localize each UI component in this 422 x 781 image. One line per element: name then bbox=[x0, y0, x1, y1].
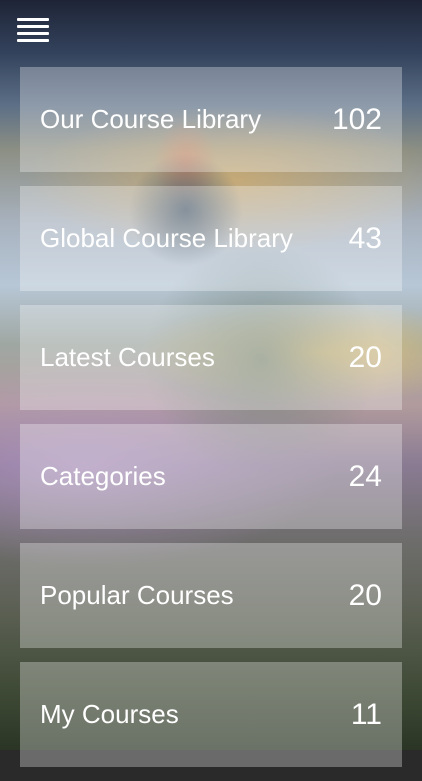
menu-item-categories[interactable]: Categories 24 bbox=[20, 424, 402, 529]
menu-item-label: Categories bbox=[40, 461, 166, 491]
menu-item-our-course-library[interactable]: Our Course Library 102 bbox=[20, 67, 402, 172]
menu-item-count: 102 bbox=[331, 102, 382, 136]
menu-item-label: Latest Courses bbox=[40, 342, 215, 372]
menu-item-popular-courses[interactable]: Popular Courses 20 bbox=[20, 543, 402, 648]
menu-item-label: Global Course Library bbox=[40, 223, 293, 253]
hamburger-menu-icon[interactable] bbox=[17, 16, 49, 46]
menu-item-count: 43 bbox=[348, 221, 382, 255]
menu-item-count: 20 bbox=[348, 340, 382, 374]
menu-item-label: Popular Courses bbox=[40, 580, 234, 610]
menu-item-count: 20 bbox=[348, 578, 382, 612]
menu-item-global-course-library[interactable]: Global Course Library 43 bbox=[20, 186, 402, 291]
course-menu-list: Our Course Library 102 Global Course Lib… bbox=[20, 67, 402, 781]
menu-item-my-courses[interactable]: My Courses 11 bbox=[20, 662, 402, 767]
menu-item-label: Our Course Library bbox=[40, 104, 262, 134]
menu-item-latest-courses[interactable]: Latest Courses 20 bbox=[20, 305, 402, 410]
menu-item-count: 11 bbox=[350, 697, 382, 731]
menu-item-count: 24 bbox=[348, 459, 382, 493]
menu-item-label: My Courses bbox=[40, 699, 179, 729]
